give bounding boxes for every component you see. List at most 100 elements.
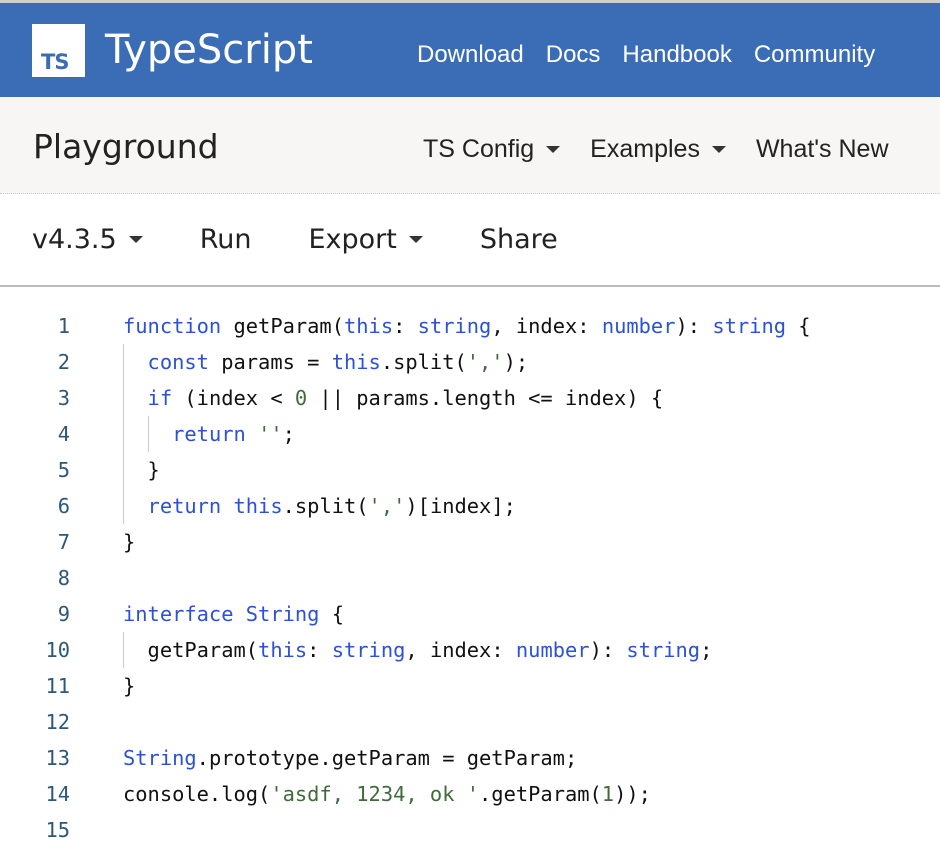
code-line[interactable]: 3 if (index < 0 || params.length <= index… — [0, 380, 940, 416]
line-number: 6 — [57, 494, 70, 518]
line-number: 14 — [45, 782, 70, 806]
nav-download[interactable]: Download — [417, 41, 524, 69]
examples-menu[interactable]: Examples — [590, 135, 726, 164]
code-line[interactable]: 11} — [0, 668, 940, 704]
token-kw: String — [123, 746, 197, 770]
page-title: Playground — [33, 127, 219, 166]
token-kw: string — [626, 638, 701, 662]
code-text: } — [148, 452, 160, 488]
token: console.log( — [123, 782, 271, 806]
indent-guide — [123, 416, 124, 452]
code-text: interface String { — [123, 596, 344, 632]
chevron-down-icon — [546, 146, 561, 153]
code-line[interactable]: 9 interface String { — [0, 596, 940, 632]
token-kw: return — [147, 494, 222, 518]
line-number: 4 — [57, 422, 70, 446]
code-text: } — [123, 668, 135, 704]
token-kw: this — [233, 494, 283, 518]
token-str: ',' — [368, 494, 406, 518]
token: ): — [589, 638, 627, 662]
line-number: 11 — [45, 674, 70, 698]
code-line[interactable]: 4 return ''; — [0, 416, 940, 452]
code-line[interactable]: 1 function getParam(this: string, index: … — [0, 308, 940, 344]
typescript-logo[interactable]: TS — [32, 24, 85, 77]
token-num: 0 — [294, 386, 308, 410]
token-kw: String — [245, 602, 320, 626]
whats-new-label: What's New — [755, 135, 889, 163]
code-line[interactable]: 10 getParam(this: string, index: number):… — [0, 632, 940, 668]
playground-header: Playground TS Config Examples What's New — [0, 97, 940, 194]
token: .prototype.getParam = getParam; — [196, 746, 578, 770]
token-str: '' — [258, 422, 283, 446]
token: .split( — [282, 494, 369, 518]
share-button[interactable]: Share — [480, 224, 558, 255]
top-navigation: TS TypeScript Download Docs Handbook Com… — [0, 0, 940, 97]
token-num: 1 — [601, 782, 615, 806]
token-str: 'asdf, 1234, ok ' — [270, 782, 480, 806]
token-kw: number — [515, 638, 590, 662]
line-number: 1 — [57, 314, 70, 338]
code-line[interactable]: 14 console.log('asdf, 1234, ok '.getParam… — [0, 776, 940, 812]
line-number: 9 — [57, 602, 70, 626]
token-kw: this — [331, 350, 381, 374]
code-line[interactable]: 12 — [0, 704, 940, 740]
token: ; — [282, 422, 295, 446]
token-kw: interface — [123, 602, 234, 626]
ts-config-menu[interactable]: TS Config — [423, 135, 561, 164]
code-line[interactable]: 15 — [0, 812, 940, 848]
token: } — [123, 530, 136, 554]
token: || params.length <= index) { — [307, 386, 664, 410]
code-line[interactable]: 2 const params = this.split(','); — [0, 344, 940, 380]
line-number: 7 — [57, 530, 70, 554]
code-text: getParam(this: string, index: number): s… — [148, 632, 713, 668]
indent-guide — [123, 488, 124, 524]
chevron-down-icon — [408, 236, 423, 243]
brand-name[interactable]: TypeScript — [105, 25, 313, 75]
ts-config-label: TS Config — [423, 135, 535, 163]
nav-community[interactable]: Community — [754, 41, 875, 69]
token-kw: string — [417, 314, 492, 338]
run-button[interactable]: Run — [200, 224, 252, 255]
token: params = — [208, 350, 332, 374]
token: ; — [700, 638, 713, 662]
token: getParam( — [221, 314, 344, 338]
token-kw: if — [147, 386, 173, 410]
nav-handbook[interactable]: Handbook — [622, 41, 731, 69]
nav-links: Download Docs Handbook Community — [417, 41, 875, 69]
code-text: if (index < 0 || params.length <= index)… — [148, 380, 664, 416]
token-kw: const — [147, 350, 209, 374]
line-number: 5 — [57, 458, 70, 482]
code-line[interactable]: 7} — [0, 524, 940, 560]
code-line[interactable]: 6 return this.split(',')[index]; — [0, 488, 940, 524]
token: getParam( — [147, 638, 259, 662]
line-number: 15 — [45, 818, 70, 842]
code-line[interactable]: 5} — [0, 452, 940, 488]
whats-new-menu[interactable]: What's New — [756, 135, 889, 164]
token-kw: this — [343, 314, 394, 338]
token: (index < — [172, 386, 295, 410]
indent-guide — [123, 632, 124, 668]
code-text: console.log('asdf, 1234, ok '.getParam(1… — [123, 776, 651, 812]
token: .getParam( — [479, 782, 602, 806]
export-label: Export — [308, 224, 397, 255]
token: , index: — [405, 638, 516, 662]
code-line[interactable]: 13 String.prototype.getParam = getParam; — [0, 740, 940, 776]
code-editor[interactable]: 1 function getParam(this: string, index: … — [0, 308, 940, 848]
indent-guide — [123, 380, 124, 416]
examples-label: Examples — [590, 135, 700, 163]
code-text: return ''; — [172, 416, 295, 452]
nav-docs[interactable]: Docs — [546, 41, 601, 69]
token-str: ',' — [466, 350, 504, 374]
code-text: } — [123, 524, 135, 560]
export-menu[interactable]: Export — [308, 224, 423, 255]
token-kw: number — [601, 314, 676, 338]
indent-guide — [123, 452, 124, 488]
code-line[interactable]: 8 — [0, 560, 940, 596]
token-kw: return — [172, 422, 246, 446]
token: : — [307, 638, 332, 662]
version-label: v4.3.5 — [32, 224, 117, 255]
version-select[interactable]: v4.3.5 — [32, 224, 143, 255]
